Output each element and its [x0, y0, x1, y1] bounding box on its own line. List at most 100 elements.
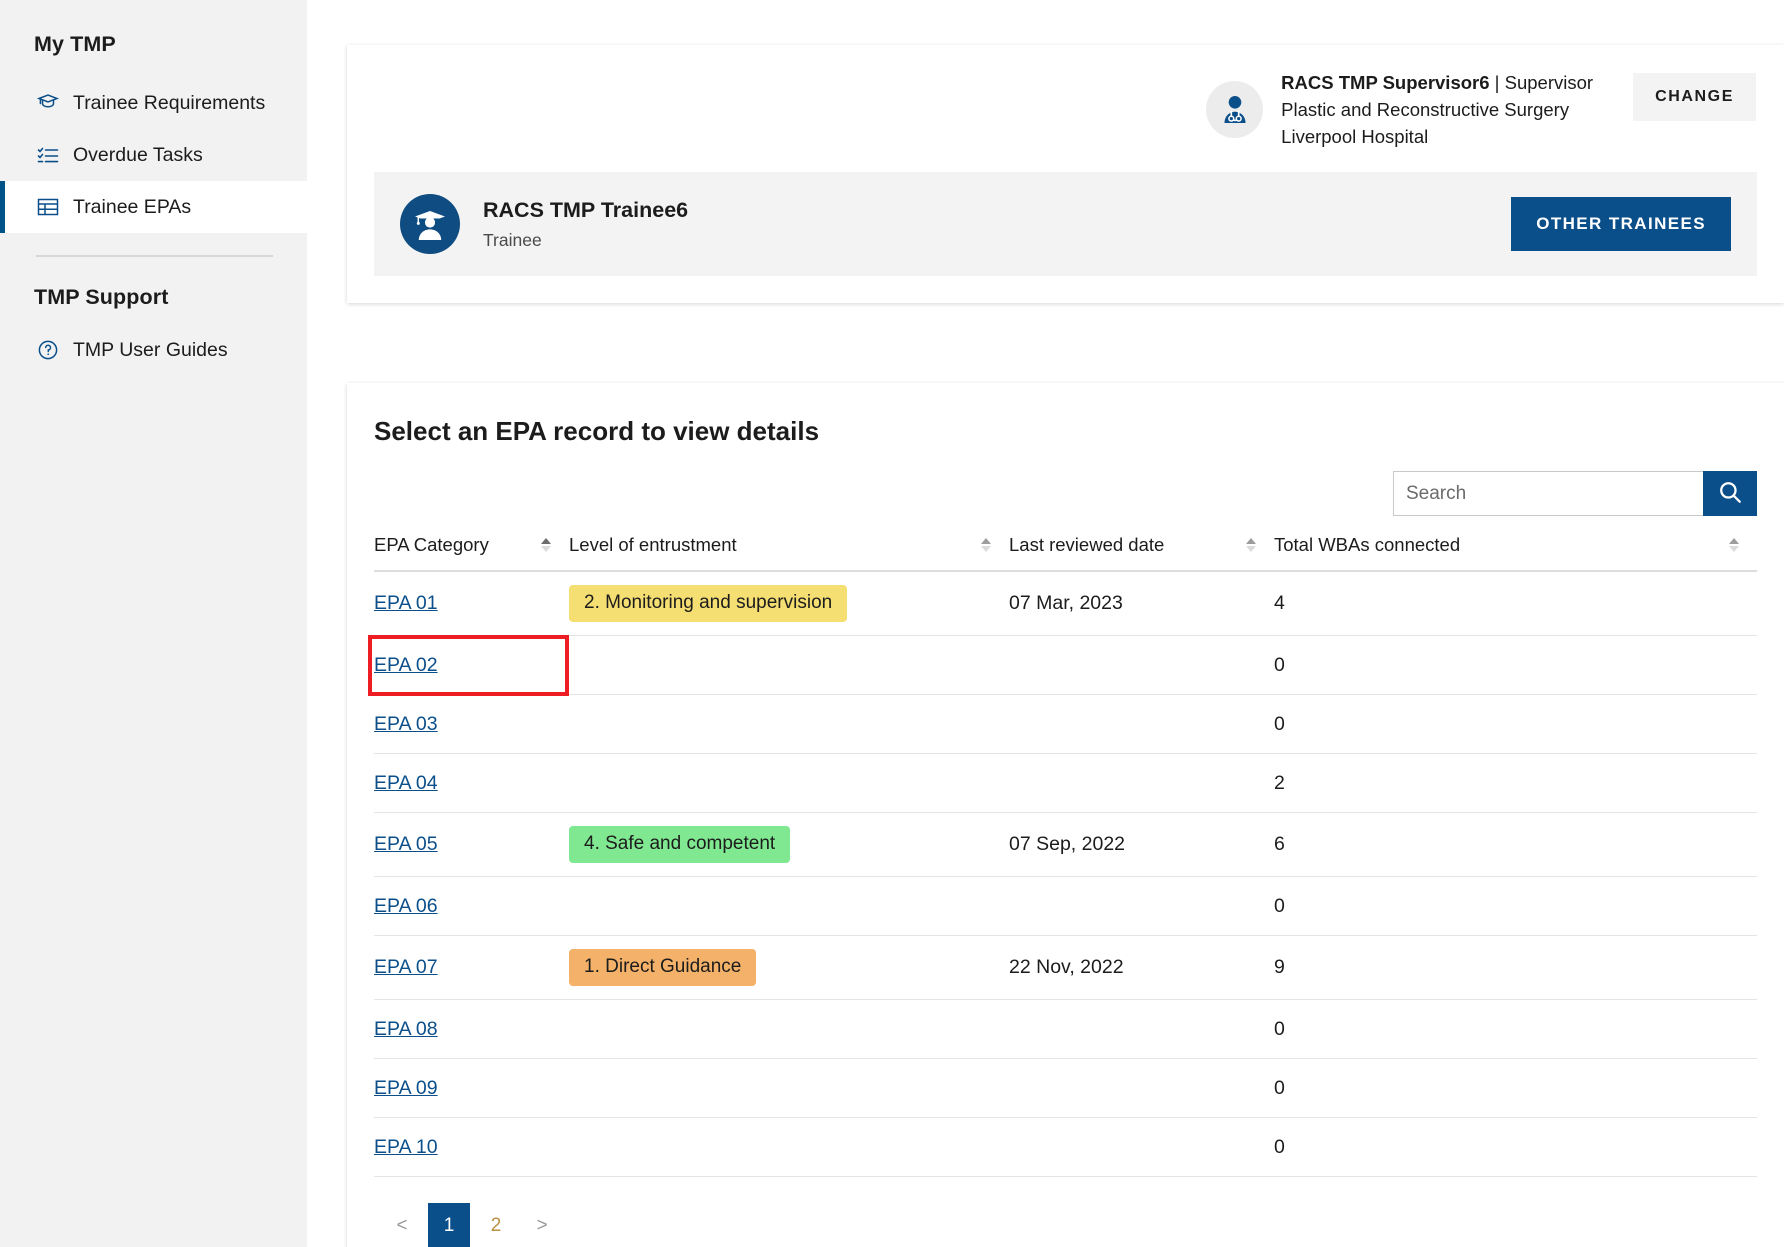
column-label: Last reviewed date	[1009, 534, 1165, 555]
table-row[interactable]: EPA 01 2. Monitoring and supervision 07 Ma…	[374, 571, 1757, 636]
epa-link[interactable]: EPA 04	[374, 772, 438, 794]
epa-link[interactable]: EPA 06	[374, 895, 438, 917]
epa-link[interactable]: EPA 07	[374, 956, 438, 978]
table-row[interactable]: EPA 07 1. Direct Guidance 22 Nov, 2022 9	[374, 935, 1757, 1000]
cell-last-reviewed-date	[1009, 999, 1274, 1059]
cell-level-of-entrustment	[569, 1117, 1009, 1177]
table-row[interactable]: EPA 10 0	[374, 1117, 1757, 1177]
epa-link[interactable]: EPA 09	[374, 1077, 438, 1099]
pagination-prev-button[interactable]: <	[382, 1206, 422, 1246]
supervisor-details: RACS TMP Supervisor6 | Supervisor Plasti…	[1281, 69, 1593, 150]
cell-epa-category: EPA 03	[374, 694, 569, 754]
entrustment-badge: 2. Monitoring and supervision	[569, 585, 848, 622]
graduate-icon	[36, 91, 60, 115]
sidebar-item-label: TMP User Guides	[73, 338, 228, 361]
pagination-page-1[interactable]: 1	[428, 1203, 470, 1247]
column-header-last-reviewed-date[interactable]: Last reviewed date	[1009, 524, 1274, 572]
cell-last-reviewed-date	[1009, 753, 1274, 813]
sidebar-item-overdue-tasks[interactable]: Overdue Tasks	[0, 129, 307, 181]
cell-epa-category: EPA 01	[374, 571, 569, 636]
supervisor-role: Supervisor	[1504, 72, 1594, 93]
search-icon	[1717, 479, 1743, 508]
trainee-row: RACS TMP Trainee6 Trainee OTHER TRAINEES	[374, 172, 1757, 276]
cell-last-reviewed-date	[1009, 876, 1274, 936]
change-supervisor-button[interactable]: CHANGE	[1633, 73, 1756, 121]
column-header-total-wbas-connected[interactable]: Total WBAs connected	[1274, 524, 1757, 572]
sidebar: My TMP Trainee Requirements Overdue Task…	[0, 0, 307, 1247]
other-trainees-button[interactable]: OTHER TRAINEES	[1511, 197, 1731, 251]
main-content: RACS TMP Supervisor6 | Supervisor Plasti…	[307, 0, 1784, 1247]
cell-epa-category: EPA 02	[374, 635, 569, 695]
pagination-page-2[interactable]: 2	[476, 1206, 516, 1246]
table-row[interactable]: EPA 08 0	[374, 999, 1757, 1059]
cell-epa-category: EPA 06	[374, 876, 569, 936]
sort-indicator-icon[interactable]	[541, 538, 551, 552]
cell-epa-category: EPA 05	[374, 812, 569, 877]
checklist-icon	[36, 143, 60, 167]
cell-epa-category: EPA 07	[374, 935, 569, 1000]
table-row[interactable]: EPA 02 0	[374, 635, 1757, 695]
pagination: < 1 2 >	[374, 1203, 1757, 1247]
cell-total-wbas-connected: 2	[1274, 753, 1757, 813]
table-row[interactable]: EPA 03 0	[374, 694, 1757, 754]
trainee-details: RACS TMP Trainee6 Trainee	[483, 197, 688, 251]
epa-link[interactable]: EPA 10	[374, 1136, 438, 1158]
cell-epa-category: EPA 10	[374, 1117, 569, 1177]
sort-indicator-icon[interactable]	[981, 538, 991, 552]
entrustment-badge: 4. Safe and competent	[569, 826, 791, 863]
epa-link[interactable]: EPA 08	[374, 1018, 438, 1040]
column-header-level-of-entrustment[interactable]: Level of entrustment	[569, 524, 1009, 572]
cell-level-of-entrustment	[569, 694, 1009, 754]
search-input[interactable]	[1393, 471, 1703, 516]
table-row[interactable]: EPA 06 0	[374, 876, 1757, 936]
sidebar-item-trainee-epas[interactable]: Trainee EPAs	[0, 181, 307, 233]
cell-level-of-entrustment: 4. Safe and competent	[569, 812, 1009, 877]
sidebar-heading-tmp-support: TMP Support	[34, 285, 169, 309]
table-body: EPA 01 2. Monitoring and supervision 07 Ma…	[374, 571, 1757, 1177]
sidebar-divider	[36, 255, 273, 257]
cell-total-wbas-connected: 6	[1274, 812, 1757, 877]
sort-indicator-icon[interactable]	[1246, 538, 1256, 552]
column-label: Level of entrustment	[569, 534, 737, 555]
search-button[interactable]	[1703, 471, 1757, 516]
sidebar-item-label: Overdue Tasks	[73, 143, 203, 166]
sidebar-heading-my-tmp: My TMP	[34, 32, 116, 56]
cell-level-of-entrustment	[569, 1058, 1009, 1118]
table-row[interactable]: EPA 04 2	[374, 753, 1757, 813]
supervisor-separator: |	[1489, 72, 1505, 93]
cell-total-wbas-connected: 0	[1274, 694, 1757, 754]
cell-epa-category: EPA 04	[374, 753, 569, 813]
cell-last-reviewed-date	[1009, 694, 1274, 754]
column-label: EPA Category	[374, 534, 489, 555]
epa-link[interactable]: EPA 01	[374, 592, 438, 614]
graduate-avatar-icon	[400, 194, 460, 254]
cell-last-reviewed-date: 07 Sep, 2022	[1009, 812, 1274, 877]
epa-table: EPA Category Level of entrustment Last r…	[374, 524, 1757, 1177]
sidebar-item-label: Trainee Requirements	[73, 91, 266, 114]
cell-last-reviewed-date: 22 Nov, 2022	[1009, 935, 1274, 1000]
epa-table-card: Select an EPA record to view details Sea…	[347, 383, 1784, 1247]
supervisor-specialty: Plastic and Reconstructive Surgery	[1281, 99, 1570, 120]
table-row[interactable]: EPA 05 4. Safe and competent 07 Sep, 2022 6	[374, 812, 1757, 877]
table-grid-icon	[36, 195, 60, 219]
cell-total-wbas-connected: 0	[1274, 635, 1757, 695]
epa-link[interactable]: EPA 03	[374, 713, 438, 735]
trainee-role: Trainee	[483, 229, 542, 250]
cell-level-of-entrustment	[569, 876, 1009, 936]
column-header-epa-category[interactable]: EPA Category	[374, 524, 569, 572]
trainee-name: RACS TMP Trainee6	[483, 198, 689, 223]
pagination-next-button[interactable]: >	[522, 1206, 562, 1246]
epa-link[interactable]: EPA 02	[374, 654, 438, 676]
sort-indicator-icon[interactable]	[1729, 538, 1739, 552]
table-row[interactable]: EPA 09 0	[374, 1058, 1757, 1118]
sidebar-item-trainee-requirements[interactable]: Trainee Requirements	[0, 77, 307, 129]
table-head: EPA Category Level of entrustment Last r…	[374, 524, 1757, 572]
cell-level-of-entrustment	[569, 999, 1009, 1059]
cell-total-wbas-connected: 0	[1274, 1058, 1757, 1118]
epa-link[interactable]: EPA 05	[374, 833, 438, 855]
supervisor-row: RACS TMP Supervisor6 | Supervisor Plasti…	[347, 45, 1784, 172]
cell-level-of-entrustment: 1. Direct Guidance	[569, 935, 1009, 1000]
cell-total-wbas-connected: 0	[1274, 1117, 1757, 1177]
search-area	[374, 471, 1757, 516]
sidebar-item-tmp-user-guides[interactable]: TMP User Guides	[0, 324, 307, 376]
